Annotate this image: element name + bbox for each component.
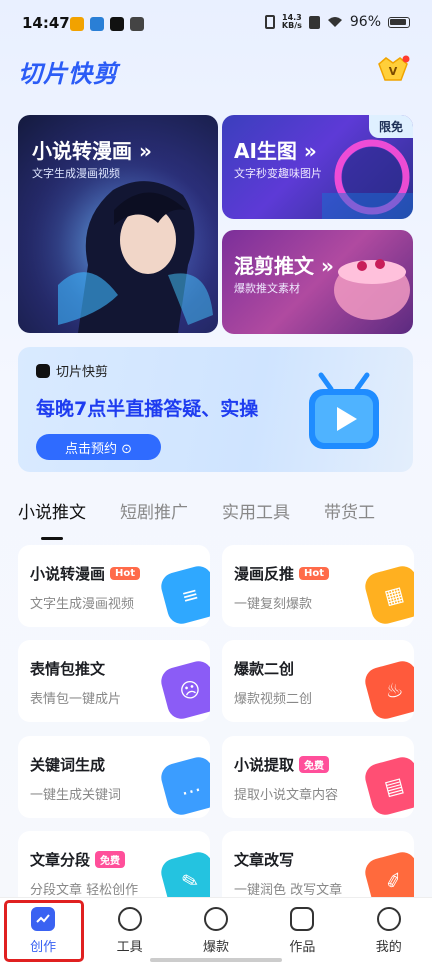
tool-card-subtitle: 表情包一键成片: [30, 692, 122, 707]
flame-icon: ♨: [362, 658, 414, 722]
sim-icon: [308, 15, 320, 29]
home-indicator: [150, 958, 282, 962]
book-icon: ▤: [362, 754, 414, 818]
tiktok-icon: [110, 17, 124, 31]
tool-card[interactable]: 爆款二创爆款视频二创 ♨: [222, 640, 414, 722]
tool-card[interactable]: 小说提取 免费提取小说文章内容 ▤: [222, 736, 414, 818]
novel-to-comic-subtitle: 文字生成漫画视频: [32, 167, 120, 180]
ai-image-subtitle: 文字秒变趣味图片: [234, 167, 322, 180]
hot-badge: Hot: [299, 567, 330, 580]
live-stream-banner[interactable]: 切片快剪 每晚7点半直播答疑、实操 点击预约 ⊙: [18, 347, 413, 472]
tool-card-title-text: 小说提取: [234, 756, 295, 774]
reserve-button[interactable]: 点击预约 ⊙: [36, 434, 161, 460]
net-speed-unit: KB/s: [281, 21, 302, 30]
play-tv-icon: [309, 372, 379, 449]
tool-card[interactable]: 关键词生成一键生成关键词 …: [18, 736, 210, 818]
app-title: 切片快剪: [18, 60, 118, 88]
tool-card[interactable]: 表情包推文表情包一键成片 ☹: [18, 640, 210, 722]
vip-crown-icon[interactable]: V: [376, 54, 410, 84]
weibo-icon: [70, 17, 84, 31]
tool-card-title-text: 漫画反推: [234, 565, 295, 583]
tool-card-title: 关键词生成: [30, 754, 105, 775]
banner-brand-label: 切片快剪: [56, 365, 109, 380]
nav-tools[interactable]: 工具: [95, 907, 165, 955]
limited-free-badge: 限免: [368, 115, 413, 138]
tool-card-subtitle: 一键复刻爆款: [234, 597, 313, 612]
battery-icon: [388, 16, 410, 28]
tool-card-subtitle: 文字生成漫画视频: [30, 597, 135, 612]
hot-badge: Hot: [110, 567, 141, 580]
free-badge: 免费: [299, 756, 330, 773]
tool-card-subtitle: 一键生成关键词: [30, 788, 122, 803]
tool-card-title: 文章分段 免费: [30, 849, 126, 870]
tool-card-title-text: 文章改写: [234, 851, 295, 869]
tool-card-subtitle: 分段文章 轻松创作: [30, 883, 139, 898]
tab-sales[interactable]: 带货工: [324, 498, 375, 532]
notification-icons: [70, 17, 144, 31]
nav-works[interactable]: 作品: [267, 907, 337, 955]
tool-card-title: 漫画反推 Hot: [234, 563, 330, 584]
nav-hot-label: 爆款: [202, 940, 229, 955]
tool-card-title: 小说提取 免费: [234, 754, 330, 775]
nav-works-label: 作品: [289, 940, 316, 955]
mix-cut-subtitle: 爆款推文素材: [234, 282, 300, 295]
novel-to-comic-title: 小说转漫画 »: [32, 139, 152, 163]
net-speed: 14.3 KB/s: [282, 14, 302, 30]
tool-card-title-text: 表情包推文: [30, 660, 106, 678]
tool-card-title-text: 文章分段: [30, 851, 91, 869]
cube-icon: [117, 907, 142, 931]
app-notification-icon: [90, 17, 104, 31]
tool-card-title: 小说转漫画 Hot: [30, 563, 141, 584]
ai-image-title: AI生图 »: [234, 139, 317, 163]
emoji-icon: ☹: [158, 658, 210, 722]
tool-card-subtitle: 爆款视频二创: [234, 692, 313, 707]
book-open-icon: [290, 907, 315, 931]
nav-hot[interactable]: 爆款: [181, 907, 251, 955]
svg-text:V: V: [389, 65, 398, 78]
brand-logo-icon: [36, 363, 50, 378]
tool-card-title: 文章改写: [234, 849, 294, 870]
flame-icon: [203, 907, 228, 931]
highlight-box: [4, 900, 84, 962]
nav-mine-label: 我的: [375, 940, 402, 955]
battery-percent: 96%: [349, 14, 381, 30]
tool-card-subtitle: 提取小说文章内容: [234, 788, 339, 803]
banner-brand: 切片快剪: [36, 361, 108, 380]
category-tabs: 小说推文 短剧推广 实用工具 带货工: [18, 498, 432, 532]
tab-tools[interactable]: 实用工具: [222, 498, 290, 532]
novel-to-comic-card[interactable]: 小说转漫画 » 文字生成漫画视频: [18, 115, 218, 333]
tab-novel[interactable]: 小说推文: [18, 498, 86, 532]
tool-card[interactable]: 小说转漫画 Hot 文字生成漫画视频 ≡: [18, 545, 210, 627]
grid-icon: ▦: [362, 563, 414, 627]
tool-card-title: 爆款二创: [234, 658, 294, 679]
tool-card-subtitle: 一键润色 改写文章: [234, 883, 343, 898]
chat-icon: …: [158, 754, 210, 818]
wifi-icon: [327, 17, 342, 27]
free-badge: 免费: [95, 851, 126, 868]
tool-card-title-text: 爆款二创: [234, 660, 295, 678]
status-bar: 14:47 14.3 KB/s 96%: [0, 0, 432, 48]
mix-cut-title: 混剪推文 »: [234, 254, 334, 278]
tool-card-title: 表情包推文: [30, 658, 105, 679]
status-right: 14.3 KB/s 96%: [264, 14, 410, 30]
document-icon: ≡: [158, 563, 210, 627]
mix-cut-card[interactable]: 混剪推文 » 爆款推文素材: [222, 230, 413, 334]
vibrate-icon: [264, 15, 275, 29]
nav-tools-label: 工具: [116, 940, 143, 955]
tab-short-drama[interactable]: 短剧推广: [120, 498, 188, 532]
tool-card[interactable]: 漫画反推 Hot 一键复刻爆款 ▦: [222, 545, 414, 627]
pinwheel-icon: [130, 17, 144, 31]
tool-card-title-text: 关键词生成: [30, 756, 106, 774]
status-time: 14:47: [22, 14, 70, 32]
nav-mine[interactable]: 我的: [354, 907, 424, 955]
ai-image-card[interactable]: AI生图 » 文字秒变趣味图片 限免: [222, 115, 413, 219]
tool-card-title-text: 小说转漫画: [30, 565, 106, 583]
banner-title: 每晚7点半直播答疑、实操: [36, 398, 259, 420]
smile-icon: [376, 907, 401, 931]
